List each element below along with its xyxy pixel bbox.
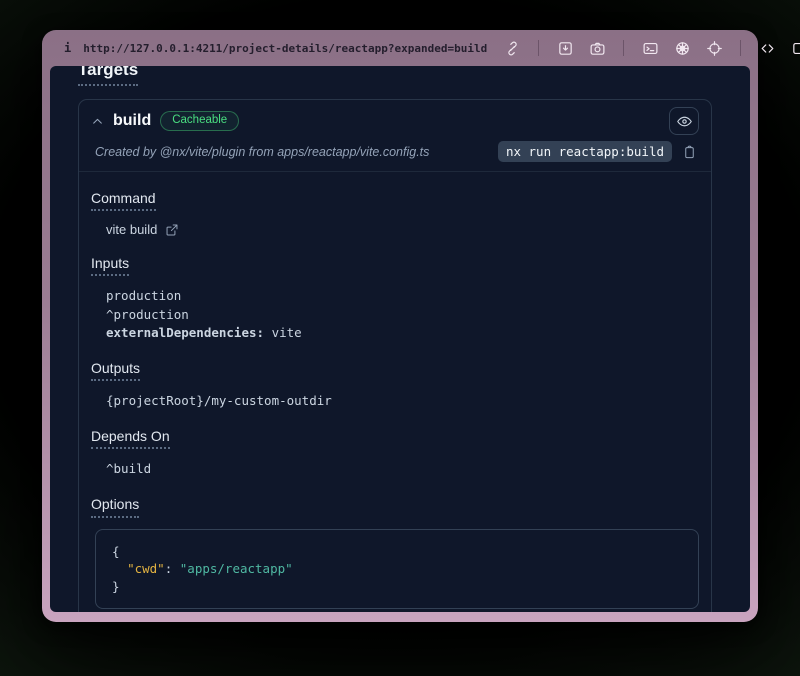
link-icon[interactable] bbox=[503, 39, 521, 57]
app-viewport: Targets build Cacheable Create bbox=[50, 66, 750, 612]
build-body: Command vite build Inputs production bbox=[79, 172, 711, 612]
input-item: externalDependencies: vite bbox=[91, 324, 699, 342]
run-command-chip[interactable]: nx run reactapp:build bbox=[498, 141, 672, 162]
globe-icon[interactable] bbox=[673, 39, 691, 57]
command-heading: Command bbox=[91, 189, 156, 211]
options-heading: Options bbox=[91, 495, 139, 517]
target-name: build bbox=[113, 112, 151, 130]
inputs-heading: Inputs bbox=[91, 254, 129, 276]
info-icon[interactable]: i bbox=[60, 41, 75, 55]
build-subheader: Created by @nx/vite/plugin from apps/rea… bbox=[79, 139, 711, 172]
address-url[interactable]: http://127.0.0.1:4211/project-details/re… bbox=[83, 42, 487, 55]
cacheable-badge[interactable]: Cacheable bbox=[160, 111, 239, 132]
browser-toolbar: i http://127.0.0.1:4211/project-details/… bbox=[50, 30, 750, 66]
crosshair-icon[interactable] bbox=[705, 39, 723, 57]
json-line: "cwd": "apps/reactapp" bbox=[112, 560, 682, 578]
browser-window: i http://127.0.0.1:4211/project-details/… bbox=[42, 30, 758, 622]
section-command: Command vite build bbox=[91, 189, 699, 237]
input-dep-value: vite bbox=[264, 325, 302, 340]
target-card-build: build Cacheable Created by @nx/vite/plug… bbox=[78, 99, 712, 612]
view-target-button[interactable] bbox=[669, 107, 699, 135]
toolbar-separator bbox=[623, 40, 624, 56]
code-icon[interactable] bbox=[758, 39, 776, 57]
chevron-up-icon[interactable] bbox=[91, 115, 104, 128]
depends-on-heading: Depends On bbox=[91, 427, 170, 449]
section-options: Options { "cwd": "apps/reactapp" } bbox=[91, 495, 699, 609]
options-code-block: { "cwd": "apps/reactapp" } bbox=[95, 529, 699, 610]
json-line: { bbox=[112, 543, 682, 561]
json-line: } bbox=[112, 578, 682, 596]
external-link-icon[interactable] bbox=[165, 223, 179, 237]
download-icon[interactable] bbox=[556, 39, 574, 57]
toolbar-actions bbox=[503, 39, 800, 57]
toolbar-separator bbox=[538, 40, 539, 56]
command-value: vite build bbox=[106, 222, 157, 237]
input-dep-key: externalDependencies: bbox=[106, 325, 264, 340]
output-item: {projectRoot}/my-custom-outdir bbox=[91, 392, 699, 410]
outputs-heading: Outputs bbox=[91, 359, 140, 381]
input-item: ^production bbox=[91, 306, 699, 324]
clipboard-icon bbox=[682, 144, 697, 160]
section-outputs: Outputs {projectRoot}/my-custom-outdir bbox=[91, 359, 699, 410]
section-inputs: Inputs production ^production externalDe… bbox=[91, 254, 699, 342]
terminal-icon[interactable] bbox=[641, 39, 659, 57]
created-by-note: Created by @nx/vite/plugin from apps/rea… bbox=[95, 145, 488, 159]
depends-on-item: ^build bbox=[91, 460, 699, 478]
split-panel-icon[interactable] bbox=[790, 39, 800, 57]
input-item: production bbox=[91, 287, 699, 305]
camera-icon[interactable] bbox=[588, 39, 606, 57]
project-details-page: Targets build Cacheable Create bbox=[50, 66, 750, 612]
section-depends-on: Depends On ^build bbox=[91, 427, 699, 478]
copy-button[interactable] bbox=[682, 144, 697, 160]
build-header[interactable]: build Cacheable bbox=[79, 100, 711, 139]
toolbar-separator bbox=[740, 40, 741, 56]
page-title: Targets bbox=[78, 66, 138, 86]
json-key: "cwd" bbox=[127, 561, 165, 576]
eye-icon bbox=[676, 113, 693, 130]
json-value: "apps/reactapp" bbox=[180, 561, 293, 576]
command-line: vite build bbox=[91, 222, 699, 237]
page-background: i http://127.0.0.1:4211/project-details/… bbox=[0, 0, 800, 676]
